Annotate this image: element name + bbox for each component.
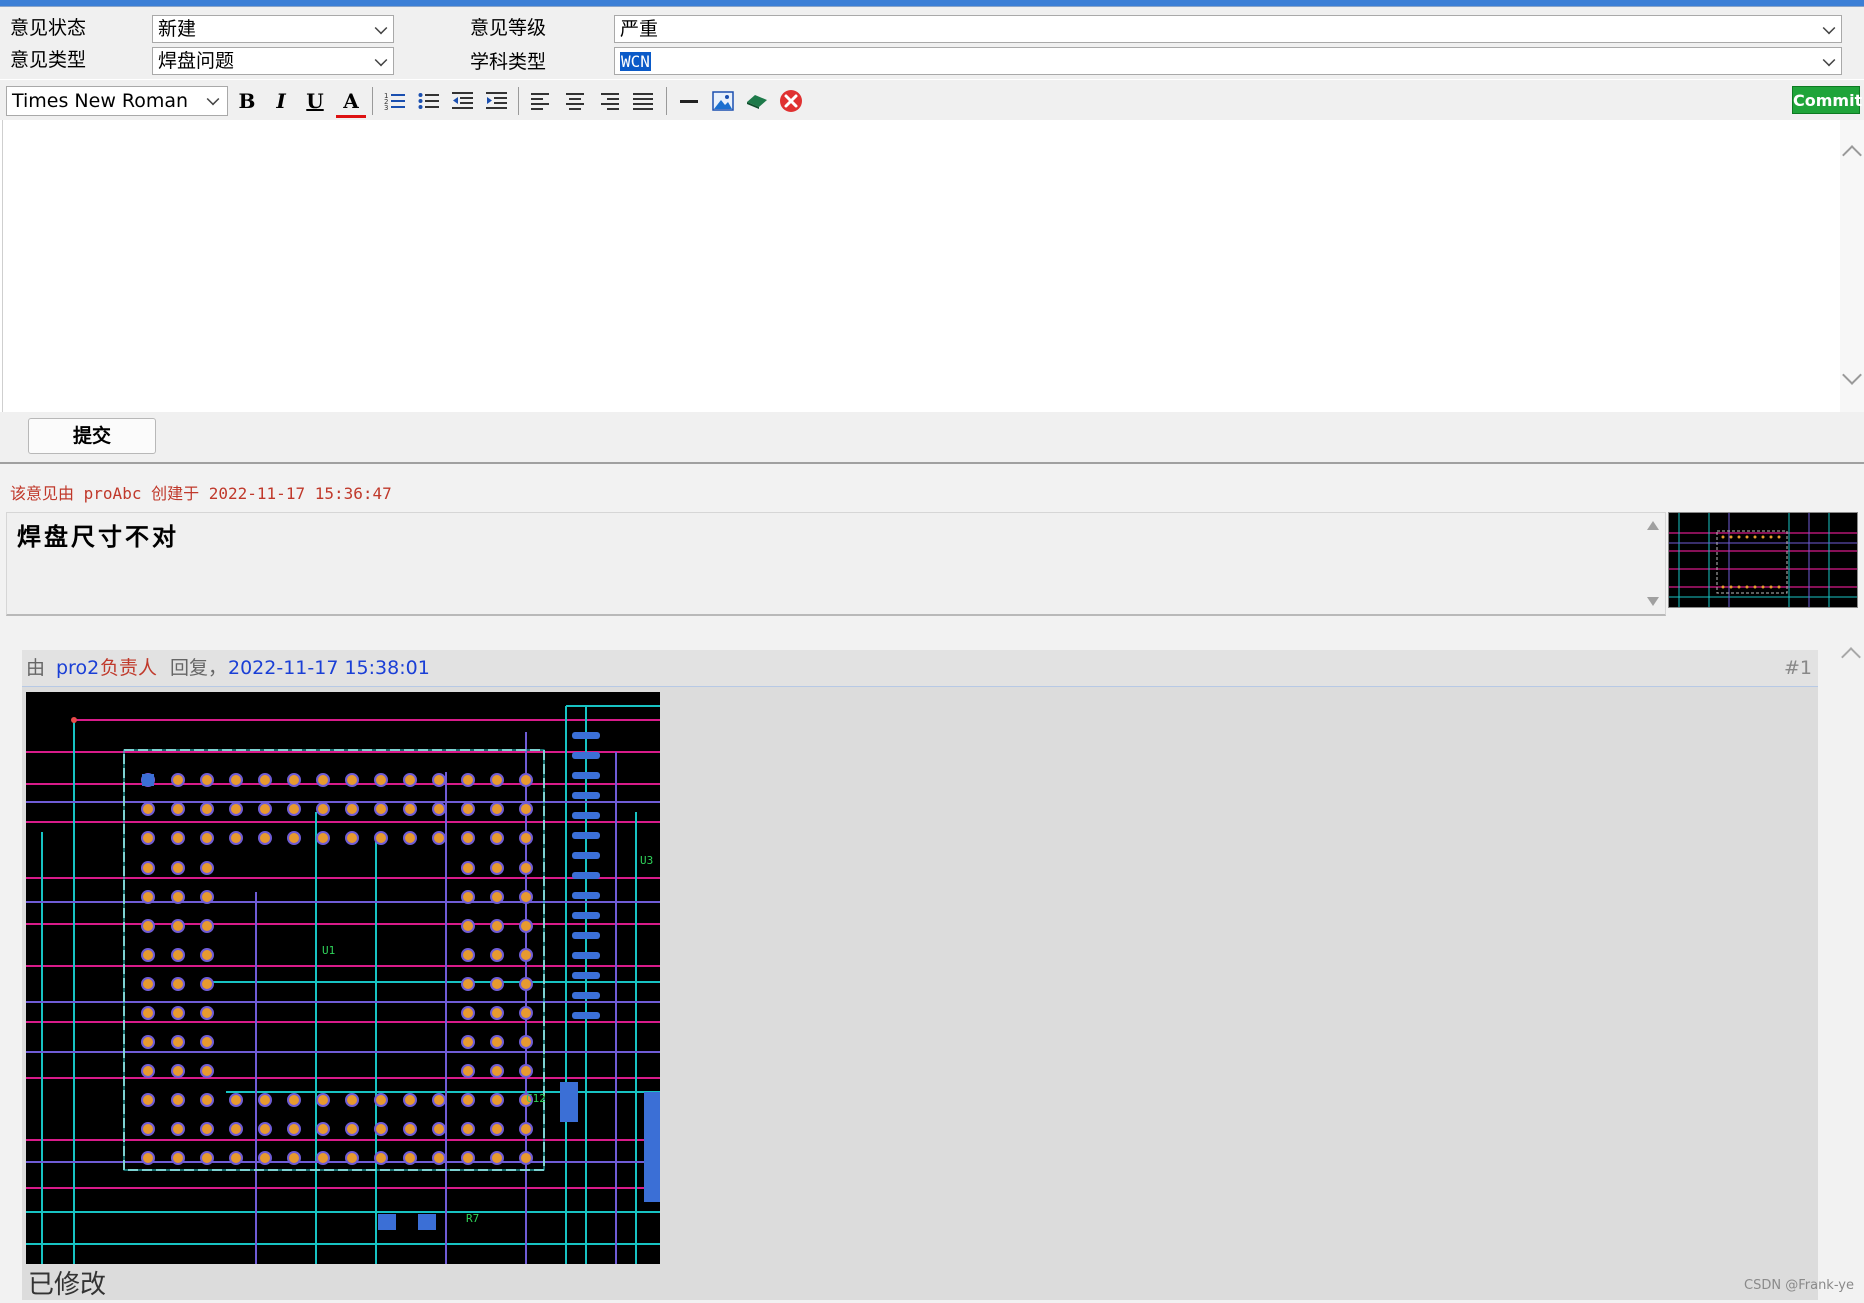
reply-time: 2022-11-17 15:38:01 xyxy=(228,657,430,679)
italic-button[interactable]: I xyxy=(266,87,296,115)
commit-button[interactable]: Commit xyxy=(1792,86,1862,114)
insert-image-icon[interactable] xyxy=(708,87,738,115)
status-value: 新建 xyxy=(158,18,197,40)
scroll-down-icon[interactable] xyxy=(1647,597,1659,606)
editor-scrollbar[interactable] xyxy=(1840,120,1864,412)
opinion-content-box[interactable]: 焊盘尺寸不对 xyxy=(6,512,1666,616)
type-select[interactable]: 焊盘问题 xyxy=(152,47,394,75)
font-family-value: Times New Roman xyxy=(12,90,189,112)
chevron-down-icon xyxy=(1822,53,1836,67)
chevron-down-icon xyxy=(374,53,388,67)
meta-prefix: 该意见由 xyxy=(10,484,75,503)
reply-text: 已修改 xyxy=(28,1270,107,1300)
chevron-down-icon xyxy=(206,92,220,106)
reply-action: 回复， xyxy=(170,657,228,679)
svg-text:U1: U1 xyxy=(322,944,335,957)
status-select[interactable]: 新建 xyxy=(152,15,394,43)
reply-by: 由 xyxy=(26,657,46,679)
discipline-select[interactable]: WCN xyxy=(614,47,1842,75)
level-value: 严重 xyxy=(620,18,659,40)
submit-button[interactable]: 提交 xyxy=(28,418,156,454)
window-top-border xyxy=(0,0,1864,7)
reply-user[interactable]: pro2 xyxy=(56,657,99,679)
reply-index: #1 xyxy=(1783,657,1812,679)
chevron-down-icon xyxy=(1822,21,1836,35)
opinion-detail: 该意见由 proAbc 创建于 2022-11-17 15:36:47 焊盘尺寸… xyxy=(0,464,1864,1303)
toolbar-separator xyxy=(372,87,373,115)
font-color-button[interactable]: A xyxy=(336,87,366,118)
svg-text:C12: C12 xyxy=(526,1092,546,1105)
reply-header: 由 pro2 负责人 回复， 2022-11-17 15:38:01 #1 xyxy=(22,650,1818,687)
pcb-thumbnail-image[interactable] xyxy=(1668,512,1858,608)
outdent-icon[interactable] xyxy=(448,87,478,115)
cancel-icon[interactable] xyxy=(776,87,806,115)
scroll-up-icon[interactable] xyxy=(1647,521,1659,530)
opinion-form: 意见状态 新建 意见等级 严重 意见类型 焊盘问题 学科类型 WCN xyxy=(0,7,1864,79)
discipline-value: WCN xyxy=(620,52,651,71)
level-label: 意见等级 xyxy=(470,17,547,39)
reply-role: 负责人 xyxy=(100,657,158,679)
svg-text:R7: R7 xyxy=(466,1212,479,1225)
status-label: 意见状态 xyxy=(10,17,87,39)
align-right-icon[interactable] xyxy=(594,87,624,115)
align-justify-icon[interactable] xyxy=(628,87,658,115)
rich-text-editor[interactable] xyxy=(2,120,1841,412)
reply-card: 由 pro2 负责人 回复， 2022-11-17 15:38:01 #1 U1… xyxy=(22,650,1818,1300)
eraser-icon[interactable] xyxy=(742,87,772,115)
horizontal-rule-icon[interactable] xyxy=(674,87,704,115)
unordered-list-icon[interactable] xyxy=(414,87,444,115)
type-label: 意见类型 xyxy=(10,49,87,71)
underline-button[interactable]: U xyxy=(300,87,330,115)
type-value: 焊盘问题 xyxy=(158,50,235,72)
toolbar-separator xyxy=(666,87,667,115)
submit-bar: 提交 xyxy=(0,412,1864,464)
pcb-layout-image[interactable]: U1 U3 C12 R7 xyxy=(26,692,660,1264)
bold-button[interactable]: B xyxy=(232,87,262,115)
scroll-up-icon[interactable] xyxy=(1841,647,1861,667)
meta-time: 2022-11-17 15:36:47 xyxy=(208,484,392,503)
font-family-select[interactable]: Times New Roman xyxy=(6,86,228,116)
svg-text:U3: U3 xyxy=(640,854,653,867)
discipline-label: 学科类型 xyxy=(470,51,547,73)
scroll-down-icon[interactable] xyxy=(1842,365,1862,385)
svg-text:3: 3 xyxy=(384,104,388,111)
align-center-icon[interactable] xyxy=(560,87,590,115)
scroll-up-icon[interactable] xyxy=(1842,145,1862,165)
opinion-meta: 该意见由 proAbc 创建于 2022-11-17 15:36:47 xyxy=(10,480,392,504)
meta-user: proAbc xyxy=(83,484,142,503)
chevron-down-icon xyxy=(374,21,388,35)
meta-created: 创建于 xyxy=(151,484,200,503)
editor-toolbar: Times New Roman B I U A 123 Commit xyxy=(0,80,1864,120)
watermark: CSDN @Frank-ye xyxy=(1744,1278,1854,1293)
opinion-content: 焊盘尺寸不对 xyxy=(17,522,179,551)
align-left-icon[interactable] xyxy=(526,87,556,115)
level-select[interactable]: 严重 xyxy=(614,15,1842,43)
toolbar-separator xyxy=(518,87,519,115)
indent-icon[interactable] xyxy=(482,87,512,115)
ordered-list-icon[interactable]: 123 xyxy=(380,87,410,115)
